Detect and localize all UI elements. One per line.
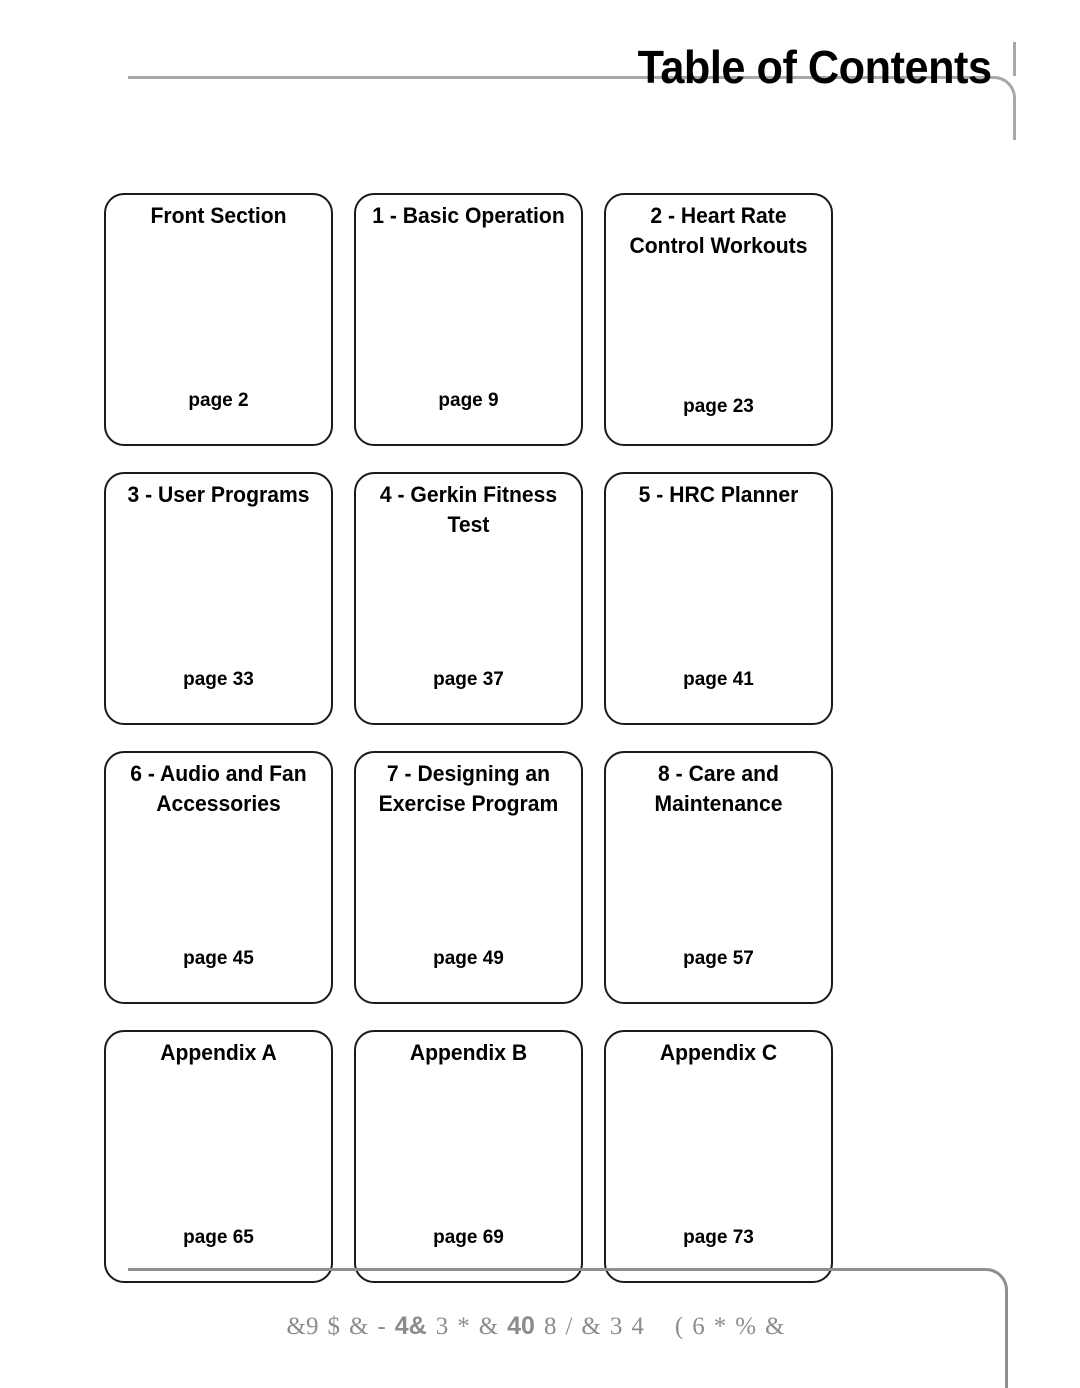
toc-card-page-number: page 69 <box>433 1227 504 1248</box>
footer-glyph: 8 <box>543 1313 557 1340</box>
footer-glyph: & <box>581 1313 601 1340</box>
footer-glyph: 6 <box>692 1313 705 1340</box>
toc-card-title: Front Section <box>150 203 287 228</box>
toc-card[interactable]: 6 - Audio and Fan Accessories page 45 <box>104 751 333 1004</box>
toc-card[interactable]: Appendix B page 69 <box>354 1030 583 1283</box>
toc-card-page-number: page 65 <box>183 1227 254 1248</box>
footer-glyph: * <box>457 1313 470 1340</box>
toc-card-title: 4 - Gerkin Fitness Test <box>379 482 558 538</box>
footer-glyph: - <box>377 1313 386 1340</box>
footer-glyph: & <box>478 1313 499 1340</box>
footer-text: &9 $ & -4& 3 * & 40 8/& 3 4(6 *% & <box>0 1312 1080 1341</box>
toc-card-title: Appendix C <box>659 1040 778 1065</box>
footer-glyph: 3 <box>609 1313 623 1340</box>
footer-glyph: &9 <box>286 1313 319 1340</box>
toc-card[interactable]: 4 - Gerkin Fitness Test page 37 <box>354 472 583 725</box>
page-title: Table of Contents <box>638 41 992 93</box>
toc-card-title: 6 - Audio and Fan Accessories <box>130 761 307 817</box>
toc-card-title: 5 - HRC Planner <box>638 482 799 507</box>
footer-glyph: ( <box>674 1313 684 1340</box>
page-header: Table of Contents <box>0 0 1080 140</box>
footer-glyph: & <box>765 1313 785 1340</box>
toc-card[interactable]: 2 - Heart Rate Control Workouts page 23 <box>604 193 833 446</box>
toc-card-title: 8 - Care and Maintenance <box>654 761 783 817</box>
toc-card-page-number: page 41 <box>683 669 754 690</box>
toc-card[interactable]: Appendix A page 65 <box>104 1030 333 1283</box>
toc-card-page-number: page 23 <box>683 396 754 417</box>
toc-card-page-number: page 45 <box>183 948 254 969</box>
toc-card-title: Appendix A <box>160 1040 277 1065</box>
toc-card-page-number: page 73 <box>683 1227 754 1248</box>
footer-glyph: 40 <box>507 1312 535 1340</box>
toc-card-page-number: page 2 <box>188 390 249 411</box>
toc-card[interactable]: Front Section page 2 <box>104 193 333 446</box>
footer-glyph: 4& <box>394 1312 427 1340</box>
footer-glyph: 3 <box>435 1313 449 1340</box>
footer-divider-rule <box>128 1268 1008 1294</box>
footer-glyph: $ <box>327 1313 340 1340</box>
toc-card[interactable]: 7 - Designing an Exercise Program page 49 <box>354 751 583 1004</box>
toc-card[interactable]: 3 - User Programs page 33 <box>104 472 333 725</box>
toc-card[interactable]: 5 - HRC Planner page 41 <box>604 472 833 725</box>
footer-glyph: & <box>348 1313 369 1340</box>
toc-card-title: 1 - Basic Operation <box>372 203 565 228</box>
toc-card[interactable]: 1 - Basic Operation page 9 <box>354 193 583 446</box>
toc-card-page-number: page 37 <box>433 669 504 690</box>
toc-card[interactable]: Appendix C page 73 <box>604 1030 833 1283</box>
toc-card-title: 2 - Heart Rate Control Workouts <box>629 203 808 259</box>
toc-card-page-number: page 49 <box>433 948 504 969</box>
footer-glyph: * <box>713 1313 727 1340</box>
table-of-contents-grid: Front Section page 2 1 - Basic Operation pa… <box>104 193 835 1283</box>
footer-glyph: 4 <box>631 1313 644 1340</box>
toc-card-title: Appendix B <box>409 1040 528 1065</box>
toc-card-page-number: page 57 <box>683 948 754 969</box>
toc-card[interactable]: 8 - Care and Maintenance page 57 <box>604 751 833 1004</box>
toc-card-title: 3 - User Programs <box>127 482 310 507</box>
footer-glyph: / <box>565 1313 573 1340</box>
toc-card-title: 7 - Designing an Exercise Program <box>378 761 559 817</box>
toc-card-page-number: page 33 <box>183 669 254 690</box>
toc-card-page-number: page 9 <box>438 390 499 411</box>
footer-glyph: % <box>735 1313 757 1340</box>
